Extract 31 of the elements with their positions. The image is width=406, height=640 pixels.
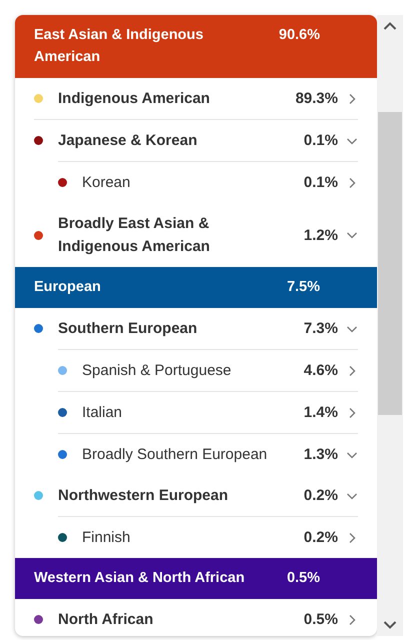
- group-name: East Asian & Indigenous American: [34, 26, 204, 67]
- region-name: Indigenous American: [58, 89, 210, 109]
- region-name: Finnish: [82, 528, 130, 548]
- region-name: Japanese & Korean: [58, 131, 198, 151]
- scroll-up-icon[interactable]: [383, 21, 397, 31]
- scrollbar-thumb[interactable]: [378, 112, 402, 415]
- group-name: Western Asian & North African: [34, 569, 246, 588]
- region-percent: 0.2%: [304, 486, 338, 506]
- region-name: Northwestern European: [58, 486, 228, 506]
- region-percent: 7.3%: [304, 319, 338, 339]
- region-percent: 1.2%: [304, 226, 338, 246]
- group-percent: 7.5%: [286, 278, 320, 297]
- region-name: Korean: [82, 173, 130, 193]
- region-name: North African: [58, 610, 154, 630]
- region-percent: 1.3%: [304, 445, 338, 465]
- group-name: European: [34, 278, 102, 297]
- region-name: Broadly Southern European: [82, 445, 268, 465]
- region-percent: 89.3%: [295, 89, 338, 109]
- region-percent: 0.1%: [304, 173, 338, 193]
- region-name: Southern European: [58, 319, 198, 339]
- region-percent: 0.2%: [304, 528, 338, 548]
- group-percent: 0.5%: [286, 569, 320, 588]
- region-name: Spanish & Portuguese: [82, 361, 232, 381]
- region-name: Italian: [82, 403, 122, 423]
- group-percent: 90.6%: [278, 26, 320, 45]
- region-percent: 0.5%: [304, 610, 338, 630]
- region-percent: 4.6%: [304, 361, 338, 381]
- region-percent: 1.4%: [304, 403, 338, 423]
- region-name: Broadly East Asian & Indigenous American: [58, 214, 211, 257]
- scroll-down-icon[interactable]: [383, 620, 397, 630]
- region-percent: 0.1%: [304, 131, 338, 151]
